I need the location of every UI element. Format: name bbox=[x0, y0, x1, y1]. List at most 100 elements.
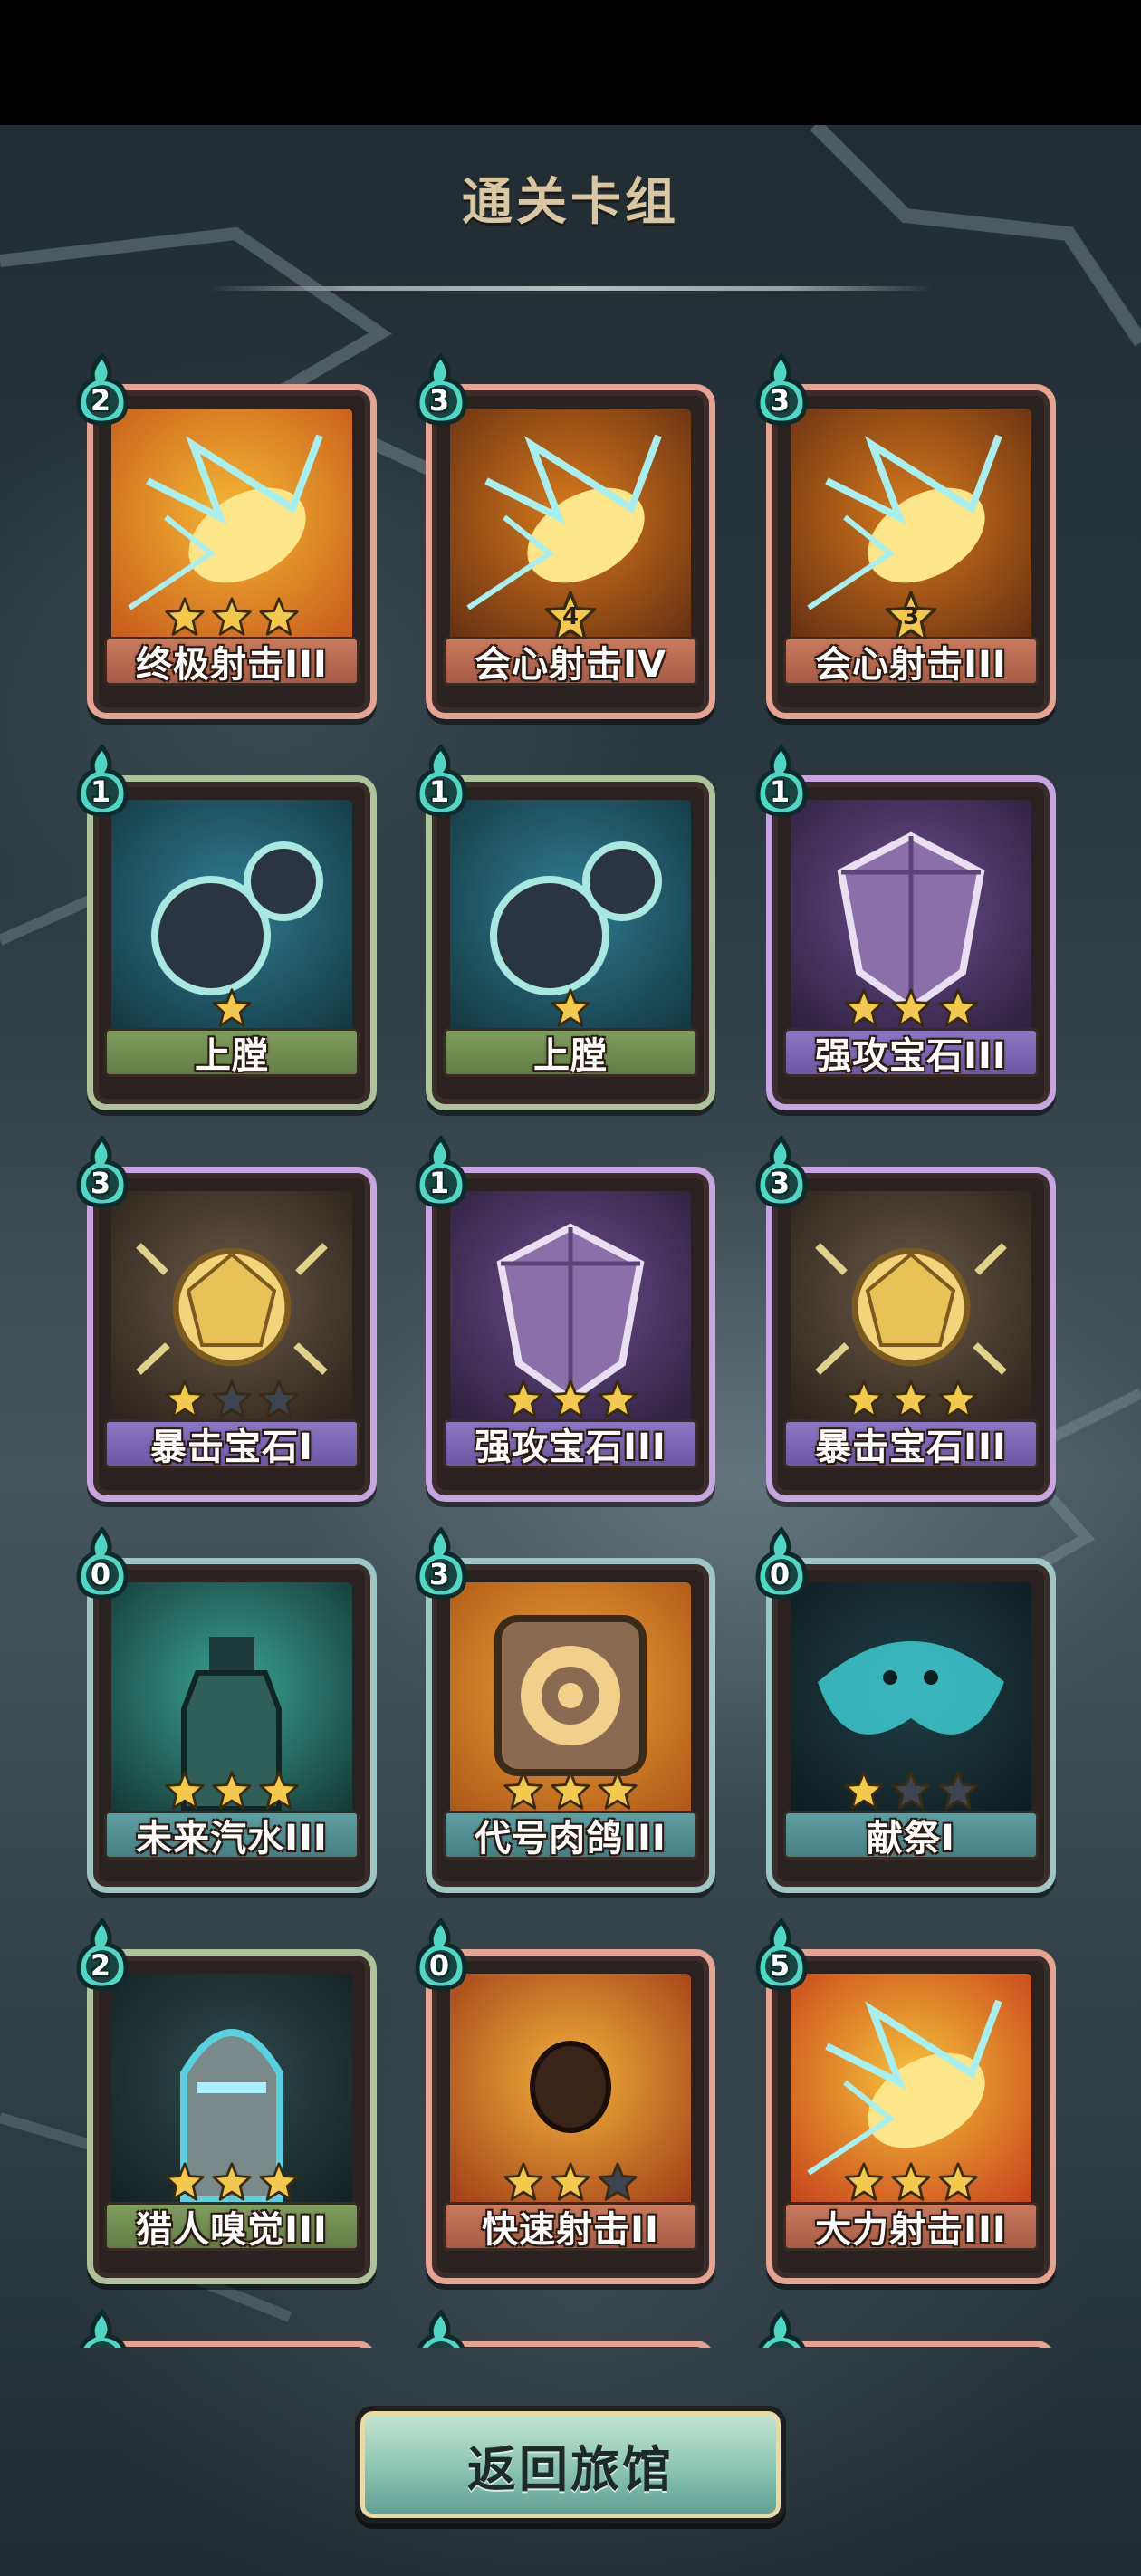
card-stars bbox=[772, 1769, 1050, 1812]
star-filled-icon bbox=[550, 1379, 591, 1420]
card-cost-badge bbox=[73, 2309, 131, 2348]
card-cost-badge bbox=[753, 2309, 810, 2348]
card-cost-badge: 3 bbox=[73, 1135, 131, 1209]
star-filled-icon bbox=[890, 987, 932, 1029]
star-filled-icon bbox=[597, 1379, 638, 1420]
star-filled-icon bbox=[211, 596, 253, 638]
star-filled-icon bbox=[937, 2161, 979, 2203]
star-filled-icon bbox=[164, 1770, 206, 1812]
card[interactable]: 代号肉鸽III 3 bbox=[415, 1526, 715, 1893]
card-stars: 3 bbox=[772, 591, 1050, 643]
star-filled-icon bbox=[843, 1770, 885, 1812]
star-filled-icon bbox=[211, 1770, 253, 1812]
card-stars bbox=[93, 2160, 370, 2204]
star-filled-icon bbox=[550, 2161, 591, 2203]
card[interactable]: 终极射击III 2 bbox=[76, 352, 377, 719]
card[interactable] bbox=[79, 2309, 377, 2348]
card-grid[interactable]: 终极射击III 2 4 会心射击IV 3 3 会心射击III 3 上膛 1 上膛 1 强攻宝石III 1 暴… bbox=[0, 344, 1141, 2348]
card[interactable] bbox=[417, 2309, 715, 2348]
card-name: 猎人嗅觉III bbox=[104, 2202, 360, 2251]
back-to-tavern-button[interactable]: 返回旅馆 bbox=[355, 2406, 786, 2523]
card-cost-badge: 2 bbox=[73, 352, 131, 427]
card[interactable]: 暴击宝石I 3 bbox=[76, 1135, 377, 1502]
card-name: 代号肉鸽III bbox=[443, 1811, 698, 1860]
star-empty-icon bbox=[597, 2161, 638, 2203]
star-empty-icon bbox=[211, 1379, 253, 1420]
card-cost-badge bbox=[412, 2309, 470, 2348]
card-cost-badge: 1 bbox=[412, 744, 470, 818]
star-filled-icon bbox=[937, 987, 979, 1029]
star-filled-icon bbox=[503, 1770, 544, 1812]
card-cost-badge: 0 bbox=[73, 1526, 131, 1600]
card[interactable]: 3 会心射击III 3 bbox=[755, 352, 1056, 719]
card-stars bbox=[772, 1378, 1050, 1421]
card-stars bbox=[432, 1378, 709, 1421]
card-name: 终极射击III bbox=[104, 637, 360, 686]
card-stars bbox=[93, 986, 370, 1030]
card-name: 未来汽水III bbox=[104, 1811, 360, 1860]
card-name: 会心射击III bbox=[783, 637, 1039, 686]
card-stars bbox=[432, 1769, 709, 1812]
star-filled-icon bbox=[843, 2161, 885, 2203]
card-stars bbox=[93, 595, 370, 639]
card[interactable]: 4 会心射击IV 3 bbox=[415, 352, 715, 719]
card[interactable]: 暴击宝石III 3 bbox=[755, 1135, 1056, 1502]
star-filled-icon bbox=[503, 2161, 544, 2203]
star-filled-icon bbox=[890, 2161, 932, 2203]
star-filled-icon bbox=[211, 987, 253, 1029]
card-cost-badge: 0 bbox=[753, 1526, 810, 1600]
card-cost-badge: 2 bbox=[73, 1918, 131, 1992]
card-name: 大力射击III bbox=[783, 2202, 1039, 2251]
star-empty-icon bbox=[937, 1770, 979, 1812]
star-filled-icon bbox=[164, 1379, 206, 1420]
card-cost-badge: 3 bbox=[412, 352, 470, 427]
card[interactable]: 强攻宝石III 1 bbox=[415, 1135, 715, 1502]
card[interactable]: 猎人嗅觉III 2 bbox=[76, 1918, 377, 2284]
star-filled-icon bbox=[503, 1379, 544, 1420]
card[interactable]: 快速射击II 0 bbox=[415, 1918, 715, 2284]
card-name: 强攻宝石III bbox=[783, 1028, 1039, 1077]
card[interactable]: 未来汽水III 0 bbox=[76, 1526, 377, 1893]
card[interactable] bbox=[758, 2309, 1056, 2348]
card[interactable]: 上膛 1 bbox=[415, 744, 715, 1110]
card-stars bbox=[93, 1378, 370, 1421]
card-cost-badge: 5 bbox=[753, 1918, 810, 1992]
star-filled-icon bbox=[164, 2161, 206, 2203]
title-divider bbox=[208, 286, 933, 291]
card[interactable]: 大力射击III 5 bbox=[755, 1918, 1056, 2284]
card-name: 献祭I bbox=[783, 1811, 1039, 1860]
page-title: 通关卡组 bbox=[462, 173, 679, 232]
card-name: 强攻宝石III bbox=[443, 1419, 698, 1468]
star-filled-icon bbox=[550, 1770, 591, 1812]
card-stars bbox=[772, 2160, 1050, 2204]
card-name: 会心射击IV bbox=[443, 637, 698, 686]
star-filled-icon bbox=[258, 596, 300, 638]
card-name: 暴击宝石III bbox=[783, 1419, 1039, 1468]
star-filled-icon bbox=[550, 987, 591, 1029]
card-cost-badge: 3 bbox=[412, 1526, 470, 1600]
star-filled-icon bbox=[164, 596, 206, 638]
card-name: 上膛 bbox=[443, 1028, 698, 1077]
card-cost-badge: 3 bbox=[753, 1135, 810, 1209]
star-filled-icon bbox=[890, 1379, 932, 1420]
star-filled-icon bbox=[937, 1379, 979, 1420]
card-name: 暴击宝石I bbox=[104, 1419, 360, 1468]
card[interactable]: 献祭I 0 bbox=[755, 1526, 1056, 1893]
card-stars: 4 bbox=[432, 591, 709, 643]
card[interactable]: 上膛 1 bbox=[76, 744, 377, 1110]
star-filled-icon bbox=[597, 1770, 638, 1812]
card-stars bbox=[432, 986, 709, 1030]
star-filled-icon bbox=[258, 1770, 300, 1812]
card-stars bbox=[93, 1769, 370, 1812]
card-name: 上膛 bbox=[104, 1028, 360, 1077]
card-cost-badge: 1 bbox=[412, 1135, 470, 1209]
card-stars bbox=[432, 2160, 709, 2204]
card-name: 快速射击II bbox=[443, 2202, 698, 2251]
card-cost-badge: 0 bbox=[412, 1918, 470, 1992]
star-empty-icon bbox=[258, 1379, 300, 1420]
card[interactable]: 强攻宝石III 1 bbox=[755, 744, 1056, 1110]
star-filled-icon bbox=[843, 1379, 885, 1420]
star-empty-icon bbox=[890, 1770, 932, 1812]
star-filled-icon bbox=[258, 2161, 300, 2203]
card-cost-badge: 1 bbox=[753, 744, 810, 818]
